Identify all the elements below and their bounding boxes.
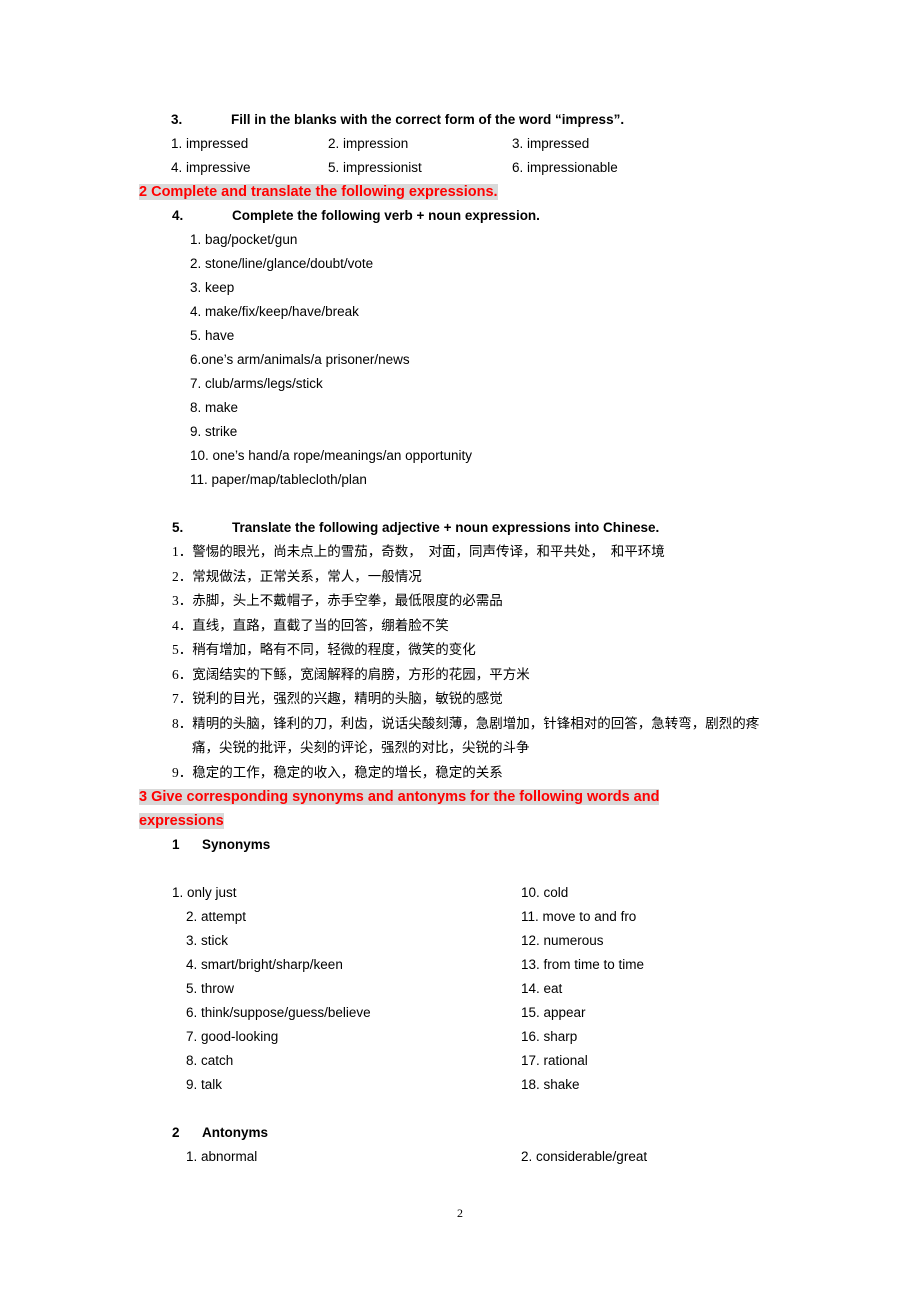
synonym-left: 4. smart/bright/sharp/keen [186,957,343,972]
section-4-title: Complete the following verb + noun expre… [232,208,540,223]
impress-answer-4: 4. impressive [171,160,251,175]
synonym-left: 8. catch [186,1053,234,1068]
red-heading-3-line2-text: expressions [139,813,224,829]
synonym-row: 6. think/suppose/guess/believe 15. appea… [139,1001,784,1025]
verb-noun-item: 3. keep [190,280,235,295]
section-5-title: Translate the following adjective + noun… [232,520,660,535]
translate-item: 5．稍有增加，略有不同，轻微的程度，微笑的变化 [172,642,476,657]
translate-item: 2．常规做法，正常关系，常人，一般情况 [172,568,422,584]
red-heading-2-text: 2 Complete and translate the following e… [139,184,498,200]
section-heading-4: 4. Complete the following verb + noun ex… [172,204,784,228]
verb-noun-item: 8. make [190,400,239,415]
page-number: 2 [457,1206,463,1220]
section-3-title: Fill in the blanks with the correct form… [231,112,625,127]
section-5-number: 5. [172,520,184,535]
impress-answer-6: 6. impressionable [512,160,618,175]
translate-item: 4．直线，直路，直截了当的回答，绷着脸不笑 [172,617,449,633]
antonym-row: 1. abnormal 2. considerable/great [139,1145,784,1169]
synonym-right: 18. shake [521,1077,580,1092]
synonym-left: 1. only just [172,885,237,900]
antonym-left: 1. abnormal [186,1149,258,1164]
antonyms-heading: 2 Antonyms [172,1121,784,1145]
synonyms-title: Synonyms [202,837,271,852]
section-3-number: 3. [171,112,183,127]
synonyms-list: 1. only just 10. cold 2. attempt 11. mov… [139,881,784,1097]
synonym-right: 16. sharp [521,1029,578,1044]
translate-item: 8．精明的头脑，锋利的刀，利齿，说话尖酸刻薄，急剧增加，针锋相对的回答，急转弯，… [172,715,760,756]
antonyms-number: 2 [172,1125,180,1140]
synonym-row: 1. only just 10. cold [139,881,784,905]
synonym-left: 2. attempt [186,909,247,924]
synonym-row: 3. stick 12. numerous [139,929,784,953]
translate-item: 3．赤脚，头上不戴帽子，赤手空拳，最低限度的必需品 [172,593,503,608]
impress-answer-1: 1. impressed [171,136,249,151]
impress-answer-row-2: 4. impressive 5. impressionist 6. impres… [171,156,784,180]
red-heading-3-line1: 3 Give corresponding synonyms and antony… [139,785,784,809]
synonym-left: 5. throw [186,981,235,996]
impress-answer-3: 3. impressed [512,136,590,151]
synonym-left: 3. stick [186,933,229,948]
synonym-right: 14. eat [521,981,563,996]
section-heading-5: 5. Translate the following adjective + n… [172,516,784,540]
section-4-number: 4. [172,208,184,223]
impress-answer-row-1: 1. impressed 2. impression 3. impressed [171,132,784,156]
red-heading-3-line1-text: 3 Give corresponding synonyms and antony… [139,789,660,805]
synonym-row: 9. talk 18. shake [139,1073,784,1097]
synonym-row: 8. catch 17. rational [139,1049,784,1073]
antonym-right: 2. considerable/great [521,1149,648,1164]
impress-answer-5: 5. impressionist [328,160,422,175]
translate-item: 6．宽阔结实的下鲧，宽阔解释的肩膀，方形的花园，平方米 [172,666,530,682]
synonym-row: 4. smart/bright/sharp/keen 13. from time… [139,953,784,977]
synonym-right: 15. appear [521,1005,586,1020]
verb-noun-item: 9. strike [190,424,238,439]
verb-noun-item: 7. club/arms/legs/stick [190,376,323,391]
impress-answer-2: 2. impression [328,136,409,151]
synonym-left: 6. think/suppose/guess/believe [186,1005,371,1020]
synonym-left: 9. talk [186,1077,223,1092]
verb-noun-item: 5. have [190,328,235,343]
antonyms-title: Antonyms [202,1125,269,1140]
synonym-row: 7. good-looking 16. sharp [139,1025,784,1049]
synonym-right: 11. move to and fro [521,909,637,924]
section-heading-3: 3. Fill in the blanks with the correct f… [171,108,784,132]
verb-noun-item: 11. paper/map/tablecloth/plan [190,472,367,487]
translate-item: 9．稳定的工作，稳定的收入，稳定的增长，稳定的关系 [172,764,503,780]
translate-item: 1．警惕的眼光，尚未点上的雪茄，奇数， 对面，同声传译，和平共处， 和平环境 [172,544,665,559]
synonym-right: 13. from time to time [521,957,645,972]
synonym-left: 7. good-looking [186,1029,279,1044]
synonym-row: 5. throw 14. eat [139,977,784,1001]
document-content: 3. Fill in the blanks with the correct f… [139,108,784,1169]
red-heading-2: 2 Complete and translate the following e… [139,180,784,204]
translate-item: 7．锐利的目光，强烈的兴趣，精明的头脑，敏锐的感觉 [172,691,503,706]
synonyms-heading: 1 Synonyms [172,833,784,857]
verb-noun-item: 6.one’s arm/animals/a prisoner/news [190,352,410,367]
synonym-right: 12. numerous [521,933,604,948]
synonym-right: 17. rational [521,1053,588,1068]
verb-noun-item: 1. bag/pocket/gun [190,232,298,247]
synonym-row: 2. attempt 11. move to and fro [139,905,784,929]
verb-noun-item: 10. one’s hand/a rope/meanings/an opport… [190,448,472,463]
synonym-right: 10. cold [521,885,569,900]
verb-noun-item: 2. stone/line/glance/doubt/vote [190,256,374,271]
synonyms-number: 1 [172,837,180,852]
verb-noun-item: 4. make/fix/keep/have/break [190,304,359,319]
red-heading-3-line2: expressions [139,809,784,833]
document-page: 3. Fill in the blanks with the correct f… [0,0,920,1302]
